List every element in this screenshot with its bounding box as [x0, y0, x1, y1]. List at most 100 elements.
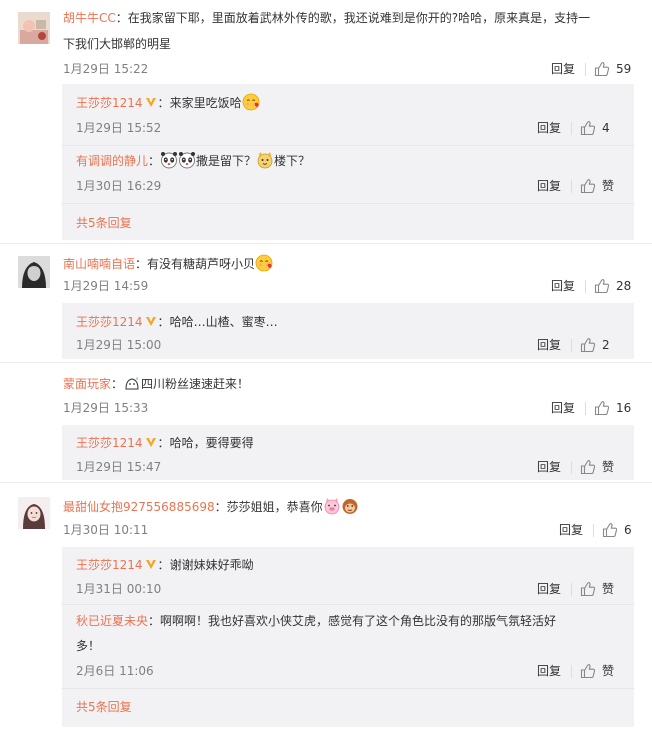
- like-count[interactable]: 2: [602, 336, 620, 354]
- vip-badge-icon: [145, 96, 157, 108]
- reply-button[interactable]: 回复: [537, 458, 561, 476]
- comment-text: 在我家留下耶，里面放着武林外传的歌，我还说难到是你开的?哈哈，原来真是，支持一: [127, 11, 591, 25]
- vip-badge-icon: [145, 436, 157, 448]
- like-button[interactable]: 赞: [602, 458, 620, 476]
- reply-button[interactable]: 回复: [551, 277, 575, 295]
- comment-username[interactable]: 南山喃喃自语: [63, 257, 135, 271]
- divider: [571, 338, 572, 352]
- avatar[interactable]: [18, 12, 50, 44]
- divider: [571, 664, 572, 678]
- reply-username[interactable]: 王莎莎1214: [76, 558, 143, 572]
- divider: [593, 523, 595, 537]
- comment-username[interactable]: 胡牛牛CC: [63, 11, 116, 25]
- comment-time: 1月29日 15:22: [63, 62, 149, 76]
- reply-list: 王莎莎1214 ：哈哈…山楂、蜜枣… 1月29日 15:00 回复 2: [62, 303, 634, 359]
- avatar[interactable]: [18, 256, 50, 288]
- comment-thread: 最甜仙女抱927556885698：莎莎姐姐，恭喜你 1月30日 10:11 回…: [0, 483, 652, 737]
- divider: [571, 179, 572, 193]
- reply-text: 哈哈，要得要得: [169, 436, 254, 450]
- comment-time: 1月29日 14:59: [63, 279, 149, 293]
- divider: [62, 203, 634, 204]
- divider: [585, 62, 587, 76]
- reply-text: 啊啊啊！我也好喜欢小侠艾虎，感觉有了这个角色比没有的那版气氛轻活好: [160, 614, 557, 628]
- divider: [62, 688, 634, 689]
- divider: [585, 401, 587, 415]
- like-count[interactable]: 59: [616, 60, 631, 78]
- reply-button[interactable]: 回复: [537, 580, 561, 598]
- like-icon[interactable]: [602, 522, 618, 538]
- reply-text-continued: 多！: [76, 639, 101, 653]
- reply-text: 哈哈…山楂、蜜枣…: [169, 315, 278, 329]
- reply-button[interactable]: 回复: [551, 399, 575, 417]
- like-icon[interactable]: [580, 581, 596, 597]
- reply-username[interactable]: 王莎莎1214: [76, 436, 143, 450]
- reply-time: 1月29日 15:52: [76, 121, 162, 135]
- like-icon[interactable]: [580, 663, 596, 679]
- reply-list: 王莎莎1214 ：谢谢妹妹好乖呦 1月31日 00:10 回复 赞 秋已近夏未央：…: [62, 547, 634, 727]
- divider: [62, 145, 634, 146]
- reply-username[interactable]: 王莎莎1214: [76, 96, 143, 110]
- reply-time: 1月31日 00:10: [76, 582, 162, 596]
- reply-button[interactable]: 回复: [559, 521, 583, 539]
- like-icon[interactable]: [580, 337, 596, 353]
- like-count[interactable]: 6: [624, 521, 632, 539]
- comment-text: 有没有糖葫芦呀小贝: [147, 257, 256, 271]
- like-button[interactable]: 赞: [602, 177, 620, 195]
- like-icon[interactable]: [580, 178, 596, 194]
- like-icon[interactable]: [594, 278, 610, 294]
- comment-text: 四川粉丝速速赶来！: [141, 377, 250, 391]
- like-icon[interactable]: [580, 459, 596, 475]
- like-icon[interactable]: [580, 120, 596, 136]
- reply-button[interactable]: 回复: [537, 336, 561, 354]
- avatar[interactable]: [18, 497, 50, 529]
- comment-text: 莎莎姐姐，恭喜你: [226, 500, 323, 514]
- divider: [62, 604, 634, 605]
- like-count[interactable]: 16: [616, 399, 631, 417]
- like-count[interactable]: 28: [616, 277, 631, 295]
- kiss-emoji-icon: [242, 93, 260, 111]
- more-replies-link[interactable]: 共5条回复: [76, 214, 132, 232]
- reply-text-continued: 楼下？: [274, 154, 311, 168]
- comment-thread: 胡牛牛CC：在我家留下耶，里面放着武林外传的歌，我还说难到是你开的?哈哈，原来真…: [0, 0, 652, 244]
- reply-button[interactable]: 回复: [551, 60, 575, 78]
- vip-badge-icon: [145, 558, 157, 570]
- reply-time: 1月29日 15:00: [76, 338, 162, 352]
- comment-thread: 蒙面玩家： 四川粉丝速速赶来！ 1月29日 15:33 回复 16 王莎莎1214…: [0, 363, 652, 483]
- more-replies-link[interactable]: 共5条回复: [76, 698, 132, 716]
- comment-time: 1月29日 15:33: [63, 401, 149, 415]
- comment-username[interactable]: 最甜仙女抱927556885698: [63, 500, 215, 514]
- dog-emoji-icon: [256, 151, 274, 169]
- reply-button[interactable]: 回复: [537, 119, 561, 137]
- kiss-emoji-icon: [255, 254, 273, 272]
- divider: [571, 121, 572, 135]
- like-icon[interactable]: [594, 400, 610, 416]
- reply-time: 1月30日 16:29: [76, 179, 162, 193]
- divider: [585, 279, 587, 293]
- sweat-emoji-icon: [125, 377, 139, 390]
- divider: [571, 582, 572, 596]
- reply-time: 1月29日 15:47: [76, 460, 162, 474]
- like-count[interactable]: 4: [602, 119, 620, 137]
- reply-text: 来家里吃饭哈: [169, 96, 242, 110]
- reply-text: 撒是留下？: [196, 154, 257, 168]
- vip-badge-icon: [145, 315, 157, 327]
- like-button[interactable]: 赞: [602, 580, 620, 598]
- reply-username[interactable]: 有调调的静儿: [76, 154, 148, 168]
- reply-button[interactable]: 回复: [537, 662, 561, 680]
- like-button[interactable]: 赞: [602, 662, 620, 680]
- comment-thread: 南山喃喃自语：有没有糖葫芦呀小贝 1月29日 14:59 回复 28 王莎莎12…: [0, 244, 652, 363]
- panda-emoji-icon: [178, 151, 196, 169]
- reply-list: 王莎莎1214 ：来家里吃饭哈 1月29日 15:52 回复 4 有调调的静儿：撒…: [62, 84, 634, 240]
- monkey-emoji-icon: [341, 497, 359, 515]
- reply-button[interactable]: 回复: [537, 177, 561, 195]
- reply-list: 王莎莎1214 ：哈哈，要得要得 1月29日 15:47 回复 赞: [62, 425, 634, 480]
- like-icon[interactable]: [594, 61, 610, 77]
- comment-time: 1月30日 10:11: [63, 523, 149, 537]
- reply-time: 2月6日 11:06: [76, 664, 154, 678]
- reply-username[interactable]: 秋已近夏未央: [76, 614, 148, 628]
- panda-emoji-icon: [160, 151, 178, 169]
- pig-emoji-icon: [323, 497, 341, 515]
- reply-username[interactable]: 王莎莎1214: [76, 315, 143, 329]
- reply-text: 谢谢妹妹好乖呦: [169, 558, 254, 572]
- comment-username[interactable]: 蒙面玩家: [63, 377, 111, 391]
